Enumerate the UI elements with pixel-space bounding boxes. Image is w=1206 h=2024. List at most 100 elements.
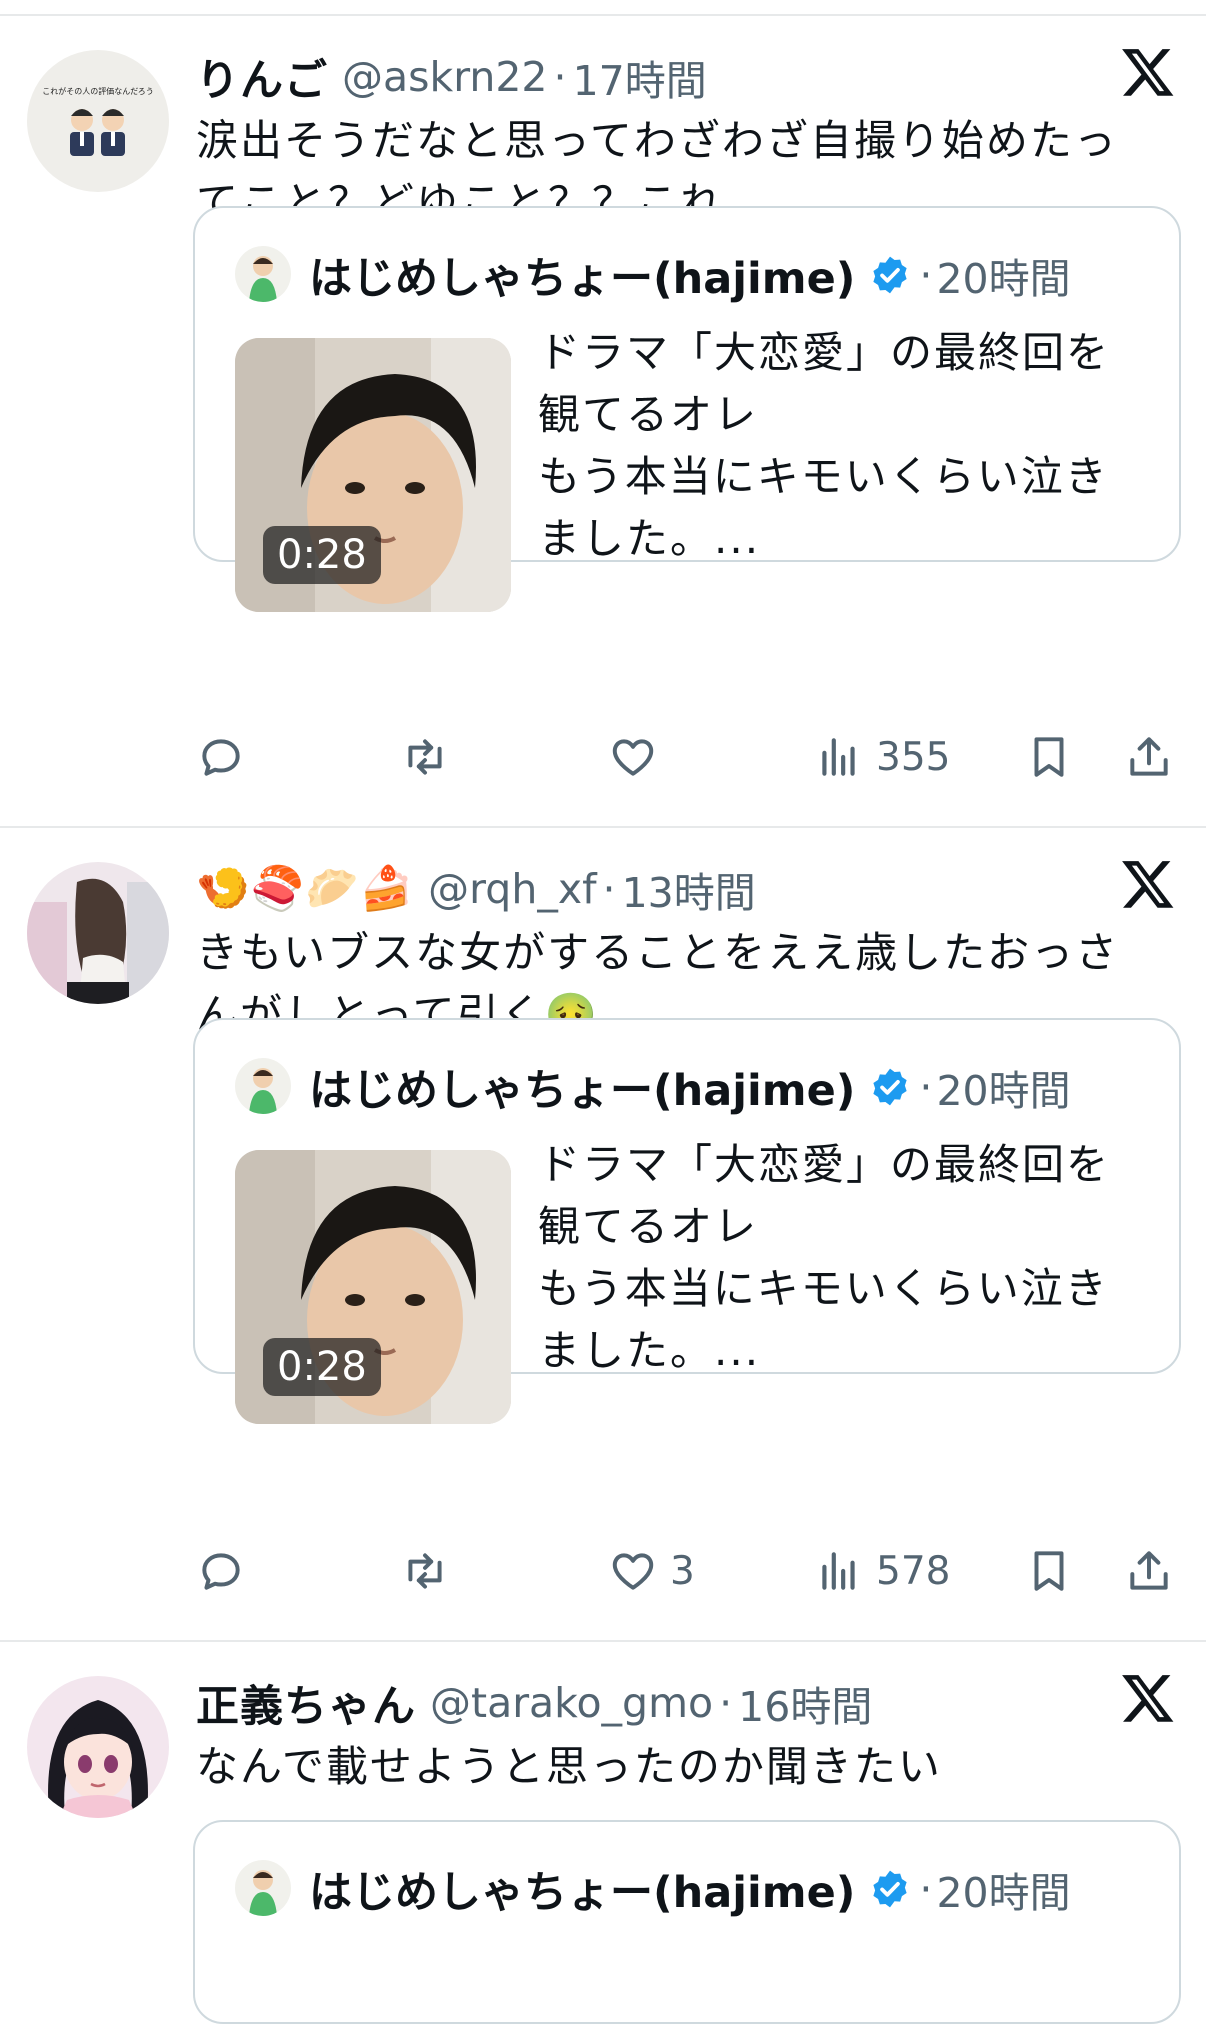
quoted-text-line: ました。... xyxy=(538,514,761,563)
x-logo-icon xyxy=(1122,1675,1174,1722)
bookmark-button[interactable] xyxy=(1024,1536,1074,1606)
bookmark-button[interactable] xyxy=(1024,722,1074,792)
verified-badge-icon xyxy=(873,256,908,294)
quoted-text-line: もう本当にキモいくらい泣き xyxy=(538,1264,1109,1313)
quoted-text-line: ドラマ「大恋愛」の最終回を xyxy=(538,328,1111,377)
share-icon xyxy=(1130,737,1168,776)
video-duration-badge: 0:28 xyxy=(263,526,381,584)
couple-illustration-avatar: これがその人の評価なんだろう xyxy=(27,50,169,192)
reply-button[interactable] xyxy=(196,722,258,792)
quoted-timestamp[interactable]: 20時間 xyxy=(936,245,1070,305)
like-button[interactable] xyxy=(608,722,670,792)
verified-badge-icon xyxy=(873,1068,908,1106)
heart-icon xyxy=(612,1553,654,1590)
views-button[interactable]: 578 xyxy=(814,1536,950,1606)
quoted-display-name[interactable]: はじめしゃちょー(hajime) xyxy=(309,1056,855,1118)
views-button[interactable]: 355 xyxy=(814,722,950,792)
quoted-text: ドラマ「大恋愛」の最終回を 観てるオレ もう本当にキモいくらい泣き ました。..… xyxy=(538,322,1138,570)
like-count: 3 xyxy=(670,1548,695,1594)
quoted-display-name[interactable]: はじめしゃちょー(hajime) xyxy=(309,244,855,306)
video-thumbnail[interactable]: 0:28 xyxy=(235,1150,511,1424)
bar-chart-icon xyxy=(822,738,855,776)
timestamp[interactable]: 17時間 xyxy=(573,47,707,107)
tweet-actions: 355 xyxy=(0,722,1206,792)
timestamp[interactable]: 13時間 xyxy=(622,859,756,919)
x-logo-icon xyxy=(1122,49,1174,96)
quoted-timestamp[interactable]: 20時間 xyxy=(936,1057,1070,1117)
reply-icon xyxy=(202,1553,240,1590)
girl-photo-avatar xyxy=(27,862,169,1004)
tweet-1[interactable]: これがその人の評価なんだろう りんご @askrn22 · 17時間 涙出そうだ… xyxy=(0,16,1206,826)
bar-chart-icon xyxy=(822,1552,855,1590)
reply-icon xyxy=(202,739,240,776)
avatar-user-ringo[interactable]: これがその人の評価なんだろう xyxy=(27,50,169,192)
tweet-actions: 3 578 xyxy=(0,1536,1206,1606)
quoted-text-line: 観てるオレ xyxy=(538,390,759,439)
separator-dot: · xyxy=(919,1063,933,1111)
share-button[interactable] xyxy=(1124,1536,1174,1606)
user-handle[interactable]: @rqh_xf xyxy=(428,865,596,913)
hajime-avatar-icon xyxy=(235,1058,291,1114)
quoted-header: はじめしゃちょー(hajime) · 20時間 xyxy=(309,1054,1071,1120)
display-name[interactable]: 正義ちゃん xyxy=(196,1672,416,1734)
tweet-2[interactable]: 🍤🍣🥟🍰 @rqh_xf · 13時間 きもいブスな女がすることをええ歳したおっ… xyxy=(0,828,1206,1640)
quoted-timestamp[interactable]: 20時間 xyxy=(936,1859,1070,1919)
quoted-text-line: もう本当にキモいくらい泣き xyxy=(538,452,1109,501)
tweet-text: なんで載せようと思ったのか聞きたい xyxy=(196,1736,1156,1798)
verified-badge-icon xyxy=(873,1870,908,1908)
display-name[interactable]: 🍤🍣🥟🍰 xyxy=(196,864,414,914)
bookmark-icon xyxy=(1034,1551,1064,1591)
timestamp[interactable]: 16時間 xyxy=(738,1673,872,1733)
quoted-tweet-card[interactable]: はじめしゃちょー(hajime) · 20時間 xyxy=(193,1820,1181,2024)
views-count: 578 xyxy=(876,1548,951,1594)
avatar-user-tarako[interactable] xyxy=(27,1676,169,1818)
quoted-avatar[interactable] xyxy=(235,246,291,302)
quoted-avatar[interactable] xyxy=(235,1058,291,1114)
user-handle[interactable]: @askrn22 xyxy=(342,53,548,101)
retweet-button[interactable] xyxy=(400,722,462,792)
views-count: 355 xyxy=(876,734,951,780)
retweet-button[interactable] xyxy=(400,1536,462,1606)
quoted-header: はじめしゃちょー(hajime) · 20時間 xyxy=(309,1856,1071,1922)
share-icon xyxy=(1130,1551,1168,1590)
separator-dot: · xyxy=(919,1865,933,1913)
quoted-tweet-card[interactable]: はじめしゃちょー(hajime) · 20時間 0:28 ドラマ「大恋愛」の最終… xyxy=(193,206,1181,612)
tweet-text-line: なんで載せようと思ったのか聞きたい xyxy=(196,1742,942,1791)
separator-dot: · xyxy=(553,53,567,101)
retweet-icon xyxy=(408,1553,442,1589)
quoted-text-line: ドラマ「大恋愛」の最終回を xyxy=(538,1140,1111,1189)
avatar-caption: これがその人の評価なんだろう xyxy=(42,86,154,96)
tweet-header: 正義ちゃん @tarako_gmo · 16時間 xyxy=(196,1672,872,1734)
bookmark-icon xyxy=(1034,737,1064,777)
quoted-avatar[interactable] xyxy=(235,1860,291,1916)
display-name[interactable]: りんご xyxy=(196,46,328,108)
tweet-text-line: 涙出そうだなと思ってわざわざ自撮り始めたっ xyxy=(196,116,1118,165)
tweet-3[interactable]: 正義ちゃん @tarako_gmo · 16時間 なんで載せようと思ったのか聞き… xyxy=(0,1642,1206,2024)
quoted-text-line: ました。... xyxy=(538,1326,761,1375)
hajime-avatar-icon xyxy=(235,246,291,302)
quoted-tweet-card[interactable]: はじめしゃちょー(hajime) · 20時間 0:28 ドラマ「大恋愛」の最終… xyxy=(193,1018,1181,1424)
tweet-text-line: きもいブスな女がすることをええ歳したおっさ xyxy=(196,928,1120,977)
quoted-text: ドラマ「大恋愛」の最終回を 観てるオレ もう本当にキモいくらい泣き ました。..… xyxy=(538,1134,1138,1382)
hajime-avatar-icon xyxy=(235,1860,291,1916)
separator-dot: · xyxy=(919,251,933,299)
top-divider xyxy=(0,0,1206,16)
heart-icon xyxy=(612,739,654,776)
quoted-header: はじめしゃちょー(hajime) · 20時間 xyxy=(309,242,1071,308)
quoted-display-name[interactable]: はじめしゃちょー(hajime) xyxy=(309,1858,855,1920)
user-handle[interactable]: @tarako_gmo xyxy=(430,1679,713,1727)
like-button[interactable]: 3 xyxy=(608,1536,695,1606)
x-logo-icon xyxy=(1122,861,1174,908)
reply-button[interactable] xyxy=(196,1536,258,1606)
video-duration-badge: 0:28 xyxy=(263,1338,381,1396)
tweet-header: りんご @askrn22 · 17時間 xyxy=(196,46,707,108)
tweet-header: 🍤🍣🥟🍰 @rqh_xf · 13時間 xyxy=(196,858,756,920)
retweet-icon xyxy=(408,739,442,775)
quoted-text-line: 観てるオレ xyxy=(538,1202,759,1251)
video-thumbnail[interactable]: 0:28 xyxy=(235,338,511,612)
share-button[interactable] xyxy=(1124,722,1174,792)
separator-dot: · xyxy=(719,1679,733,1727)
avatar-user-rqh[interactable] xyxy=(27,862,169,1004)
anime-girl-avatar xyxy=(27,1676,169,1818)
separator-dot: · xyxy=(602,865,616,913)
